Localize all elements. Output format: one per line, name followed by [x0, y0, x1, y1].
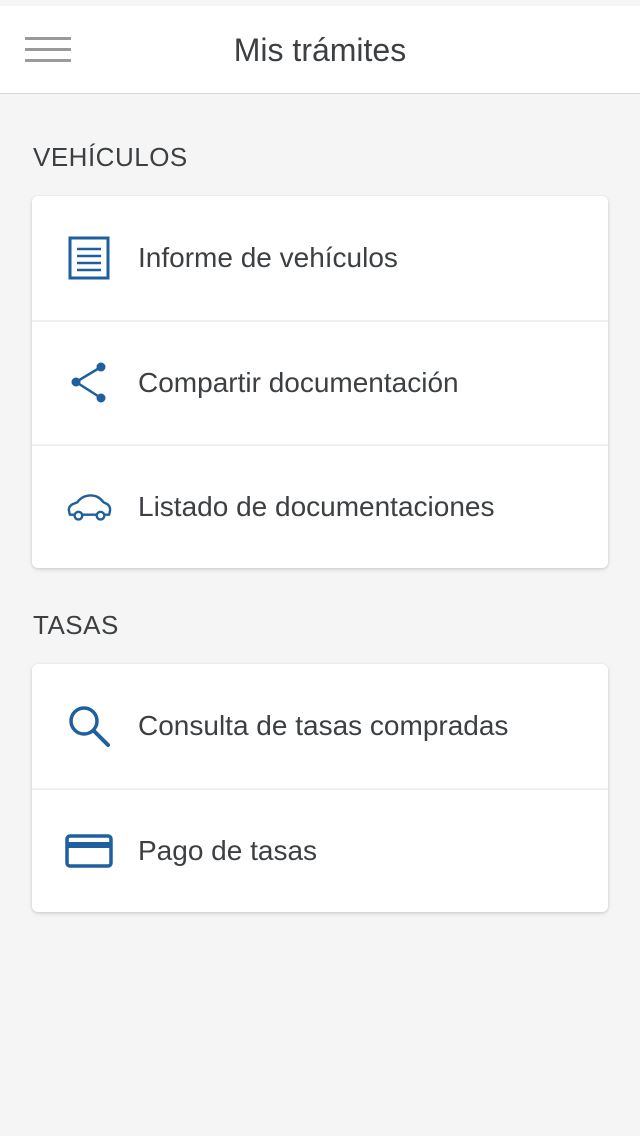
- menu-item-informe-vehiculos[interactable]: Informe de vehículos: [32, 196, 608, 320]
- menu-item-pago-tasas[interactable]: Pago de tasas: [32, 788, 608, 912]
- hamburger-menu-icon: [25, 37, 71, 62]
- app-header: Mis trámites: [0, 6, 640, 94]
- page-title: Mis trámites: [233, 32, 407, 68]
- section-label-vehiculos: VEHÍCULOS: [33, 142, 188, 172]
- menu-button[interactable]: [18, 26, 80, 74]
- car-icon: [65, 483, 113, 531]
- document-list-icon: [65, 234, 113, 282]
- menu-item-listado-documentaciones[interactable]: Listado de documentaciones: [32, 444, 608, 568]
- share-icon: [65, 359, 113, 407]
- section-label-tasas: TASAS: [33, 610, 119, 640]
- menu-item-compartir-documentacion[interactable]: Compartir documentación: [32, 320, 608, 444]
- menu-item-label: Listado de documentaciones: [138, 491, 495, 522]
- menu-item-label: Consulta de tasas compradas: [138, 710, 509, 741]
- menu-item-label: Informe de vehículos: [138, 242, 398, 273]
- card-tasas: Consulta de tasas compradas Pago de tasa…: [32, 664, 608, 912]
- search-icon: [65, 702, 113, 750]
- credit-card-icon: [65, 827, 113, 875]
- menu-item-consulta-tasas[interactable]: Consulta de tasas compradas: [32, 664, 608, 788]
- menu-item-label: Compartir documentación: [138, 367, 459, 398]
- menu-item-label: Pago de tasas: [138, 835, 318, 866]
- card-vehiculos: Informe de vehículos Compartir documenta…: [32, 196, 608, 568]
